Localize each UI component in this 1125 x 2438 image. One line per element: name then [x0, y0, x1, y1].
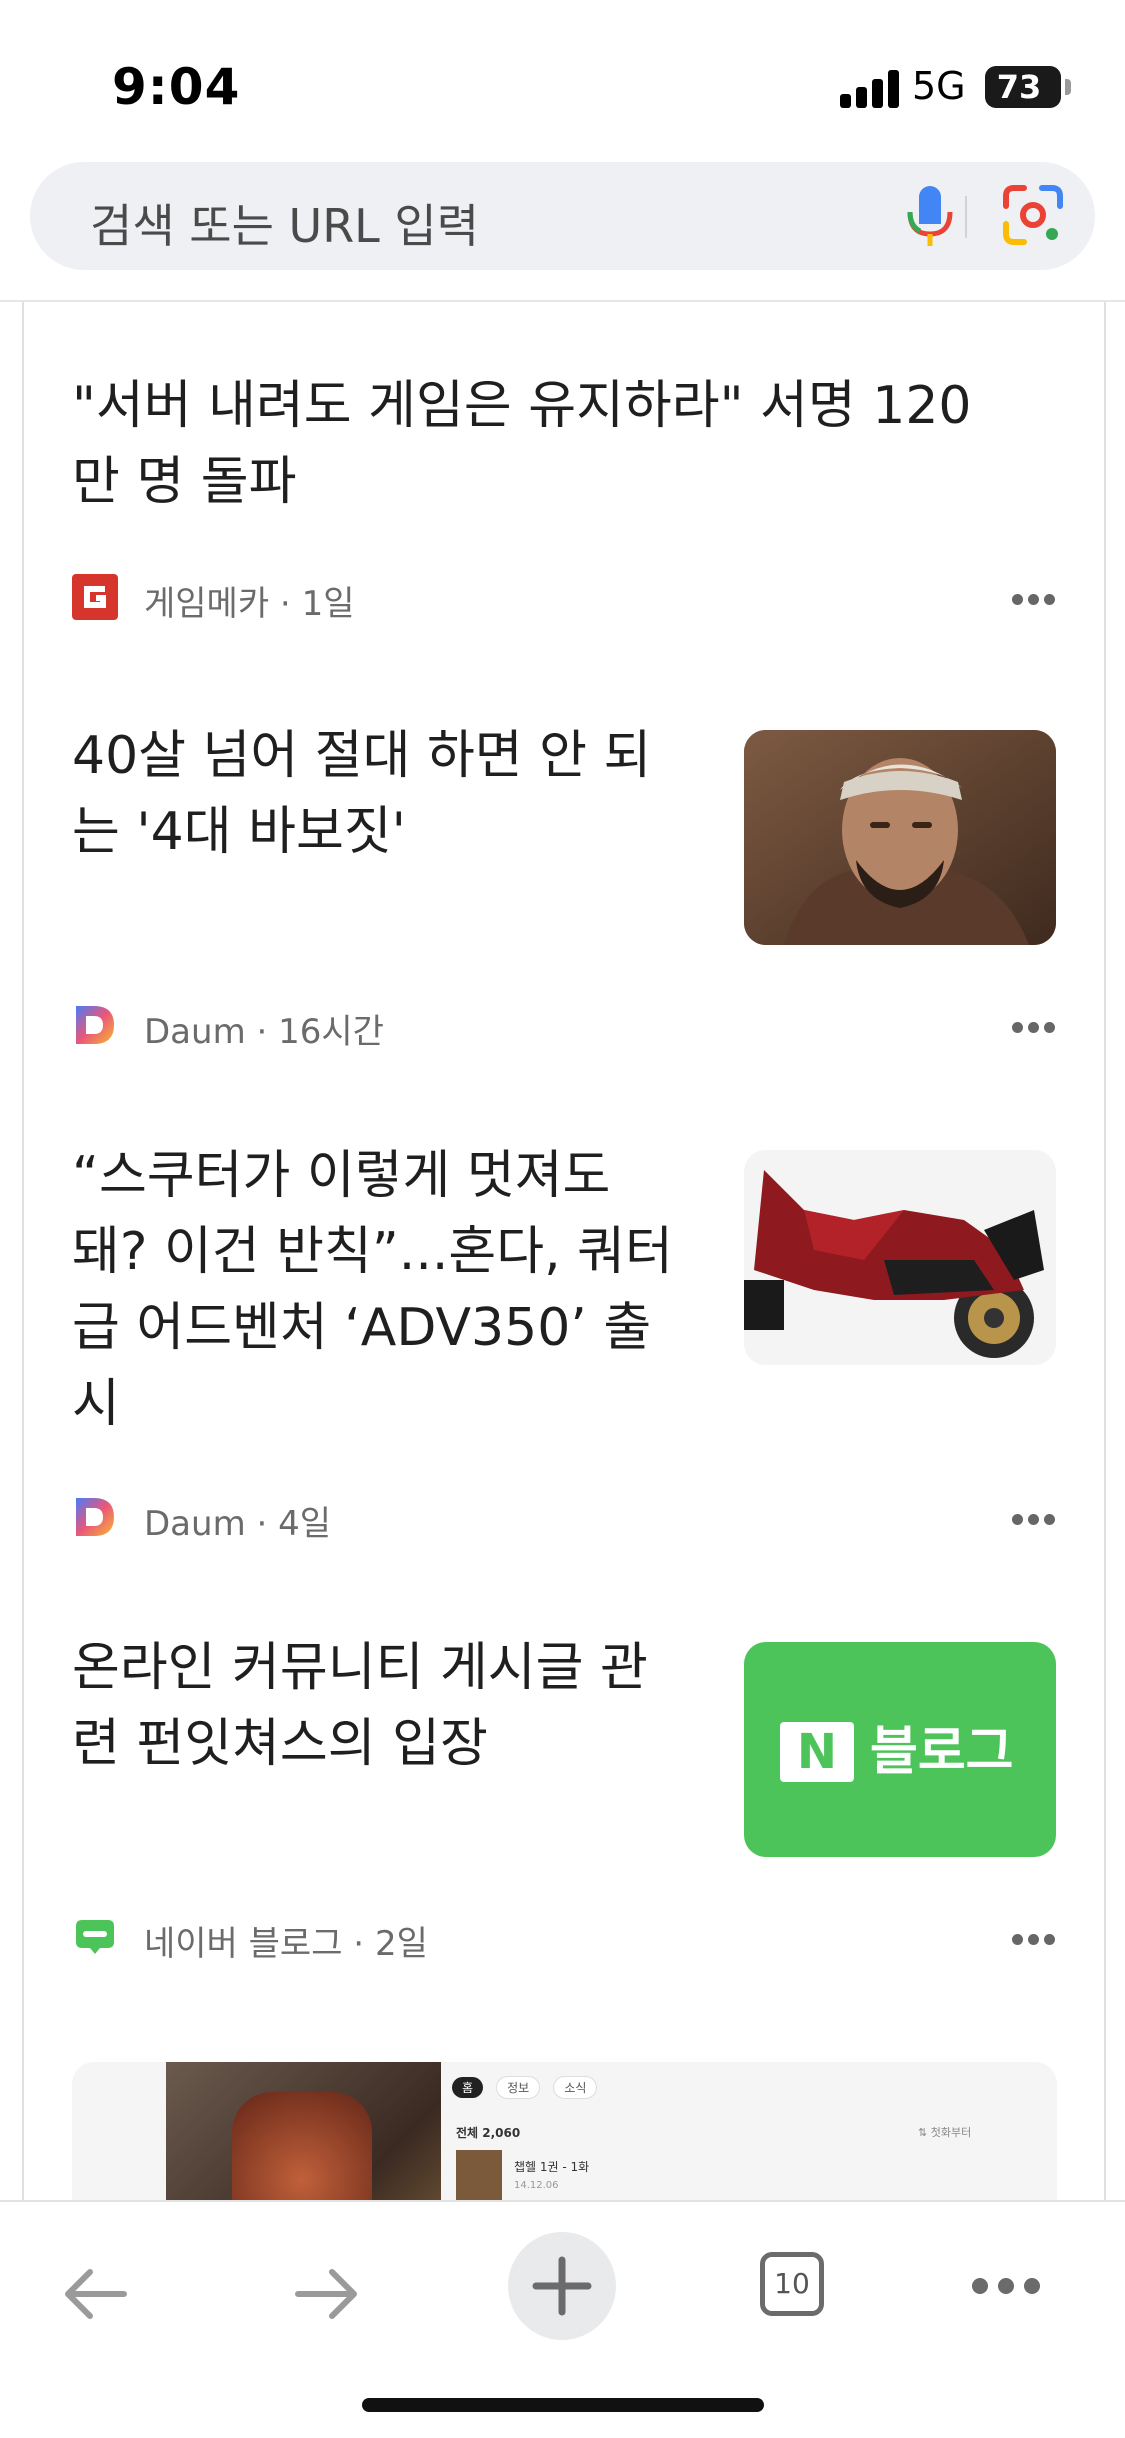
daum-logo-icon [76, 1498, 114, 1536]
tab-count: 10 [774, 2267, 810, 2300]
card-meta: Daum · 16시간 [72, 1000, 1072, 1052]
status-bar: 9:04 5G 73 [0, 0, 1125, 150]
news-card[interactable]: “스쿠터가 이렇게 멋져도 돼? 이건 반칙”...혼다, 쿼터 급 어드벤처 … [22, 1100, 1106, 1595]
card-meta: 게임메카 · 1일 [72, 572, 1072, 624]
home-indicator [362, 2398, 764, 2412]
news-card[interactable]: 40살 넘어 절대 하면 안 되 는 '4대 바보짓' Daum · 16시간 [22, 680, 1106, 1103]
source-name: 네이버 블로그 [144, 1924, 343, 1964]
source-name: Daum [144, 1012, 246, 1052]
post-age: 2일 [374, 1924, 428, 1964]
webtoon-tabs: 홈 정보 소식 [452, 2076, 598, 2106]
webtoon-cover-figure [232, 2092, 372, 2202]
discover-feed: "서버 내려도 게임은 유지하라" 서명 120 만 명 돌파 게임메카 · 1… [0, 302, 1125, 2202]
source-and-age: 네이버 블로그 · 2일 [144, 1924, 428, 1964]
scooter-image [744, 1150, 1056, 1365]
card-meta: Daum · 4일 [72, 1492, 1072, 1544]
search-placeholder: 검색 또는 URL 입력 [90, 199, 480, 253]
more-options-icon[interactable] [1012, 1514, 1056, 1526]
post-age: 16시간 [278, 1012, 384, 1052]
card-title[interactable]: 40살 넘어 절대 하면 안 되 는 '4대 바보짓' [72, 718, 722, 870]
card-meta: 네이버 블로그 · 2일 [72, 1912, 1072, 1964]
new-tab-button[interactable] [508, 2232, 616, 2340]
more-menu-icon[interactable] [972, 2278, 1042, 2294]
mic-icon[interactable] [900, 182, 960, 250]
source-and-age: 게임메카 · 1일 [144, 584, 355, 624]
news-card[interactable]: "서버 내려도 게임은 유지하라" 서명 120 만 명 돌파 게임메카 · 1… [22, 302, 1106, 683]
search-separator [965, 196, 967, 238]
back-arrow-icon[interactable] [60, 2266, 130, 2322]
blog-label: 블로그 [870, 1722, 1014, 1782]
title-line: 는 '4대 바보짓' [72, 802, 406, 862]
card-title[interactable]: "서버 내려도 게임은 유지하라" 서명 120 만 명 돌파 [72, 368, 1072, 520]
source-name: 게임메카 [144, 584, 270, 624]
more-options-icon[interactable] [1012, 1022, 1056, 1034]
battery-tip [1065, 79, 1071, 95]
sort-order: ⇅ 첫화부터 [918, 2126, 972, 2139]
card-title[interactable]: “스쿠터가 이렇게 멋져도 돼? 이건 반칙”...혼다, 쿼터 급 어드벤처 … [72, 1138, 722, 1442]
network-type: 5G [912, 64, 966, 108]
title-line: 급 어드벤처 ‘ADV350’ 출 [72, 1298, 652, 1358]
cellular-signal-icon [840, 70, 902, 108]
gamemeca-logo-icon [72, 574, 118, 620]
title-line: “스쿠터가 이렇게 멋져도 [72, 1146, 611, 1206]
title-line: 만 명 돌파 [72, 452, 297, 512]
title-line: 련 펀잇쳐스의 입장 [72, 1714, 488, 1774]
source-name: Daum [144, 1504, 246, 1544]
menu-dot [998, 2278, 1014, 2294]
address-bar-area: 검색 또는 URL 입력 [0, 150, 1125, 302]
naver-blog-icon [76, 1920, 114, 1954]
title-line: 40살 넘어 절대 하면 안 되 [72, 726, 652, 786]
source-and-age: Daum · 16시간 [144, 1012, 384, 1052]
portrait-image [744, 730, 1056, 945]
tab-switcher-button[interactable]: 10 [760, 2252, 824, 2316]
episode-count: 전체 2,060 [456, 2126, 521, 2140]
more-options-icon[interactable] [1012, 1934, 1056, 1946]
title-line: 돼? 이건 반칙”...혼다, 쿼터 [72, 1222, 673, 1282]
episode-date: 14.12.06 [514, 2180, 559, 2191]
title-line: 온라인 커뮤니티 게시글 관 [72, 1638, 648, 1698]
tab-info[interactable]: 정보 [496, 2076, 541, 2099]
article-thumbnail[interactable] [744, 1150, 1056, 1365]
webtoon-preview-image[interactable]: 홈 정보 소식 전체 2,060 ⇅ 첫화부터 챕헬 1권 - 1화 14.12… [72, 2062, 1057, 2202]
more-options-icon[interactable] [1012, 594, 1056, 606]
post-age: 1일 [301, 584, 355, 624]
title-line: "서버 내려도 게임은 유지하라" 서명 120 [72, 376, 972, 436]
naver-n-logo: N [780, 1722, 854, 1782]
menu-dot [1024, 2278, 1040, 2294]
news-card[interactable]: 홈 정보 소식 전체 2,060 ⇅ 첫화부터 챕헬 1권 - 1화 14.12… [22, 2012, 1106, 2202]
menu-dot [972, 2278, 988, 2294]
forward-arrow-icon[interactable] [292, 2266, 362, 2322]
battery-level: 73 [996, 68, 1042, 106]
daum-logo-icon [76, 1006, 114, 1044]
battery-icon: 73 [985, 66, 1071, 108]
tab-news[interactable]: 소식 [553, 2076, 598, 2099]
post-age: 4일 [278, 1504, 332, 1544]
source-and-age: Daum · 4일 [144, 1504, 332, 1544]
plus-icon [532, 2256, 592, 2316]
episode-thumb [456, 2150, 502, 2202]
article-thumbnail[interactable] [744, 730, 1056, 945]
news-card[interactable]: 온라인 커뮤니티 게시글 관 련 펀잇쳐스의 입장 N 블로그 네이버 블로그 … [22, 1592, 1106, 2015]
search-url-field[interactable]: 검색 또는 URL 입력 [30, 162, 1095, 270]
card-title[interactable]: 온라인 커뮤니티 게시글 관 련 펀잇쳐스의 입장 [72, 1630, 722, 1782]
status-time: 9:04 [112, 58, 241, 116]
article-thumbnail[interactable]: N 블로그 [744, 1642, 1056, 1857]
google-lens-icon[interactable] [1000, 182, 1066, 248]
tab-home[interactable]: 홈 [452, 2077, 484, 2098]
episode-title: 챕헬 1권 - 1화 [514, 2160, 590, 2174]
title-line: 시 [72, 1374, 120, 1434]
